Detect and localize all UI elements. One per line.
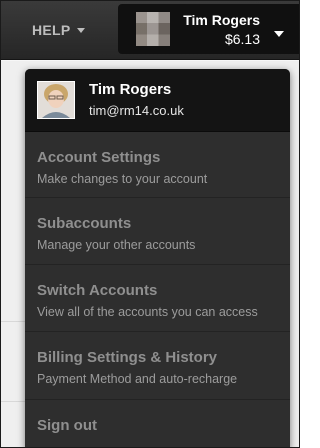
account-dropdown-menu: Tim Rogers tim@rm14.co.uk Account Settin… — [25, 69, 290, 447]
menu-item-subtitle: Payment Method and auto-recharge — [37, 372, 238, 386]
menu-item-account-settings[interactable]: Account Settings Make changes to your ac… — [25, 131, 290, 198]
chevron-down-icon — [274, 31, 284, 37]
user-name: Tim Rogers — [89, 81, 172, 98]
menu-item-title: Subaccounts — [37, 215, 132, 232]
menu-item-title: Account Settings — [37, 149, 161, 166]
avatar — [37, 81, 75, 119]
user-email: tim@rm14.co.uk — [89, 103, 184, 118]
avatar-icon — [136, 12, 170, 46]
menu-item-switch-accounts[interactable]: Switch Accounts View all of the accounts… — [25, 265, 290, 332]
menu-item-title: Billing Settings & History — [37, 349, 218, 366]
dropdown-user-header: Tim Rogers tim@rm14.co.uk — [25, 69, 290, 132]
menu-item-sign-out[interactable]: Sign out — [25, 400, 290, 447]
menu-item-title: Sign out — [37, 417, 97, 434]
menu-item-subtitle: View all of the accounts you can access — [37, 305, 258, 319]
menu-item-title: Switch Accounts — [37, 282, 158, 299]
menu-item-subtitle: Make changes to your account — [37, 172, 208, 186]
menu-item-subaccounts[interactable]: Subaccounts Manage your other accounts — [25, 198, 290, 265]
top-navigation-bar: HELP Tim Rogers $6.13 — [1, 1, 299, 60]
app-window: HELP Tim Rogers $6.13 Tim Rogers tim@rm1… — [0, 0, 300, 448]
account-menu-button[interactable]: Tim Rogers $6.13 — [118, 4, 299, 54]
help-menu-button[interactable]: HELP — [32, 22, 85, 38]
menu-item-subtitle: Manage your other accounts — [37, 238, 196, 252]
account-name: Tim Rogers — [183, 12, 260, 28]
account-balance: $6.13 — [224, 31, 260, 47]
avatar-icon — [38, 82, 74, 118]
help-label: HELP — [32, 22, 71, 38]
menu-item-billing-settings[interactable]: Billing Settings & History Payment Metho… — [25, 332, 290, 400]
chevron-down-icon — [76, 27, 85, 33]
